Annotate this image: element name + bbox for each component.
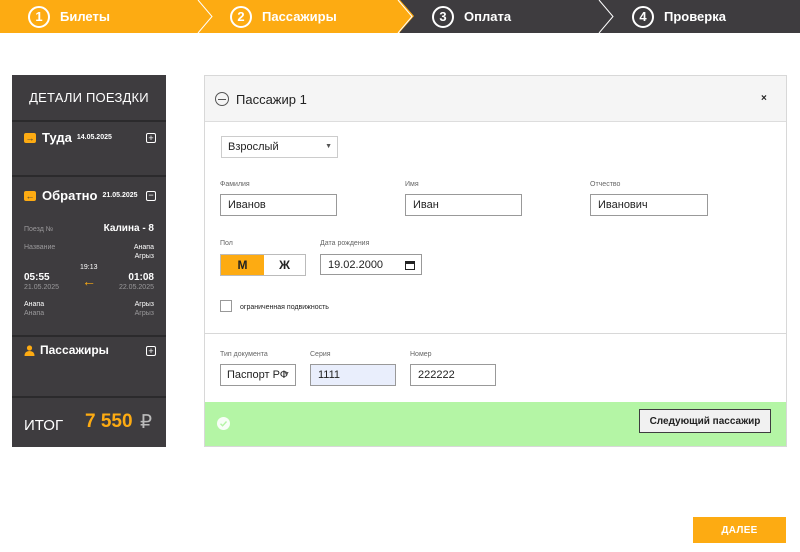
total-value: 7 550: [85, 411, 133, 432]
passenger-type-select[interactable]: Взрослый ▼: [221, 136, 338, 158]
divider: [12, 175, 166, 177]
trip-details-sidebar: ДЕТАЛИ ПОЕЗДКИ → Туда 14.05.2025 + ← Обр…: [12, 75, 166, 447]
outbound-row[interactable]: → Туда 14.05.2025: [24, 130, 112, 145]
return-row[interactable]: ← Обратно 21.05.2025: [24, 188, 138, 203]
arrival-city: Агрыз: [134, 301, 154, 308]
expand-plus-icon[interactable]: +: [146, 346, 156, 356]
departure-city: Анапа: [24, 301, 45, 308]
name-input[interactable]: Иван: [405, 194, 522, 216]
departure-time: 05:55: [24, 272, 50, 283]
next-button[interactable]: ДАЛЕЕ: [693, 517, 786, 543]
gender-toggle: М Ж: [220, 254, 306, 276]
chevron-down-icon: ▼: [283, 371, 290, 378]
series-input[interactable]: 1111: [310, 364, 396, 386]
step-number: 4: [632, 5, 654, 28]
passengers-row[interactable]: Пассажиры: [24, 343, 109, 357]
chevron-down-icon: ▼: [325, 143, 332, 150]
step-number: 1: [28, 5, 50, 28]
female-button[interactable]: Ж: [264, 255, 305, 275]
return-label: Обратно: [42, 188, 98, 203]
expand-plus-icon[interactable]: +: [146, 133, 156, 143]
next-passenger-button[interactable]: Следующий пассажир: [639, 409, 771, 433]
outbound-date: 14.05.2025: [76, 134, 112, 141]
passenger-type-value: Взрослый: [228, 141, 279, 153]
return-date: 21.05.2025: [102, 192, 138, 199]
male-button[interactable]: М: [221, 255, 264, 275]
passenger-header: Пассажир 1 ×: [205, 76, 786, 122]
step-label: Оплата: [464, 9, 512, 24]
train-name: Калина - 8: [103, 223, 154, 234]
doc-type-value: Паспорт РФ: [227, 369, 289, 381]
birth-date-input[interactable]: 19.02.2000: [320, 254, 422, 275]
train-no-label: Поезд №: [24, 226, 54, 233]
step-number: 3: [432, 5, 454, 28]
passenger-card: Пассажир 1 × Взрослый ▼ Фамилия Иванов И…: [204, 75, 787, 447]
outbound-label: Туда: [42, 130, 72, 145]
patronymic-label: Отчество: [590, 181, 621, 188]
collapse-minus-icon[interactable]: −: [146, 191, 156, 201]
name-label: Название: [24, 244, 56, 251]
passenger-title: Пассажир 1: [236, 92, 307, 107]
number-input[interactable]: 222222: [410, 364, 496, 386]
progress-steps: 1 Билеты 2 Пассажиры 3 Оплата 4 Проверка: [0, 0, 800, 33]
route-from: Анапа: [133, 244, 154, 251]
divider: [12, 335, 166, 337]
person-icon: [24, 344, 35, 356]
surname-input[interactable]: Иванов: [220, 194, 337, 216]
step-review[interactable]: 4 Проверка: [632, 0, 726, 33]
series-label: Серия: [310, 351, 331, 358]
arrival-station: Агрыз: [134, 310, 154, 317]
sidebar-title: ДЕТАЛИ ПОЕЗДКИ: [29, 90, 149, 105]
mobility-checkbox[interactable]: [220, 300, 232, 312]
passengers-label: Пассажиры: [40, 343, 109, 357]
route-to: Агрыз: [134, 253, 154, 260]
arrival-time: 01:08: [128, 272, 154, 283]
total-label: ИТОГ: [24, 417, 64, 434]
birth-date-value: 19.02.2000: [328, 259, 384, 271]
step-label: Пассажиры: [262, 9, 337, 24]
collapse-minus-icon[interactable]: [215, 92, 229, 106]
step-tickets[interactable]: 1 Билеты: [28, 0, 110, 33]
arrow-left-icon: ←: [24, 190, 36, 201]
divider: [12, 396, 166, 398]
close-icon[interactable]: ×: [761, 93, 767, 104]
patronymic-input[interactable]: Иванович: [590, 194, 708, 216]
arrow-right-icon: →: [24, 132, 36, 143]
step-label: Билеты: [60, 9, 110, 24]
check-icon: [217, 417, 230, 430]
mobility-label: ограниченная подвижность: [240, 304, 329, 311]
departure-station: Анапа: [24, 310, 45, 317]
trip-duration: 19:13: [80, 264, 98, 271]
divider: [205, 333, 786, 334]
arrow-left-icon: ←: [82, 273, 96, 289]
step-label: Проверка: [664, 9, 726, 24]
doc-type-select[interactable]: Паспорт РФ ▼: [220, 364, 296, 386]
divider: [12, 120, 166, 122]
name-label: Имя: [405, 181, 419, 188]
birth-label: Дата рождения: [320, 240, 370, 247]
number-label: Номер: [410, 351, 432, 358]
step-passengers[interactable]: 2 Пассажиры: [230, 0, 337, 33]
gender-label: Пол: [220, 240, 233, 247]
departure-date: 21.05.2025: [24, 284, 60, 291]
surname-label: Фамилия: [220, 181, 250, 188]
arrival-date: 22.05.2025: [118, 284, 154, 291]
step-number: 2: [230, 5, 252, 28]
step-payment[interactable]: 3 Оплата: [432, 0, 511, 33]
calendar-icon[interactable]: [405, 260, 415, 270]
doc-type-label: Тип документа: [220, 351, 268, 358]
currency-sign: ₽: [140, 412, 153, 433]
